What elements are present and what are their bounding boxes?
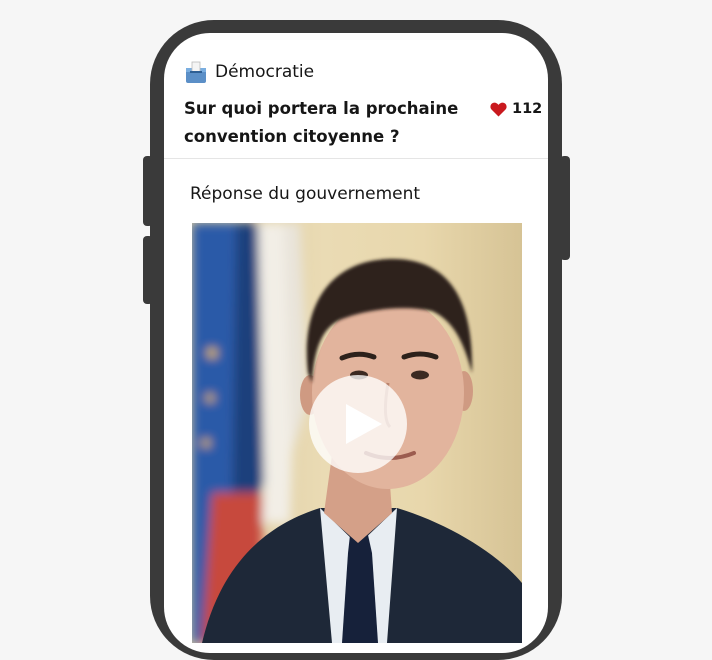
video-player[interactable] [192,223,522,643]
phone-screen: Démocratie Sur quoi portera la prochaine… [164,33,548,653]
phone-power-button [560,156,570,260]
ballot-box-icon [184,60,208,84]
likes-counter[interactable]: 112 [490,101,542,117]
heart-icon [490,102,507,117]
likes-count: 112 [512,101,543,117]
question-title[interactable]: Sur quoi portera la prochaine convention… [184,95,474,151]
category-tag: Démocratie [184,60,314,84]
response-label: Réponse du gouvernement [190,184,421,204]
divider [164,158,548,159]
category-label: Démocratie [215,62,315,82]
phone-volume-down-button [143,236,153,304]
play-button[interactable] [309,375,407,473]
phone-volume-up-button [143,156,153,226]
